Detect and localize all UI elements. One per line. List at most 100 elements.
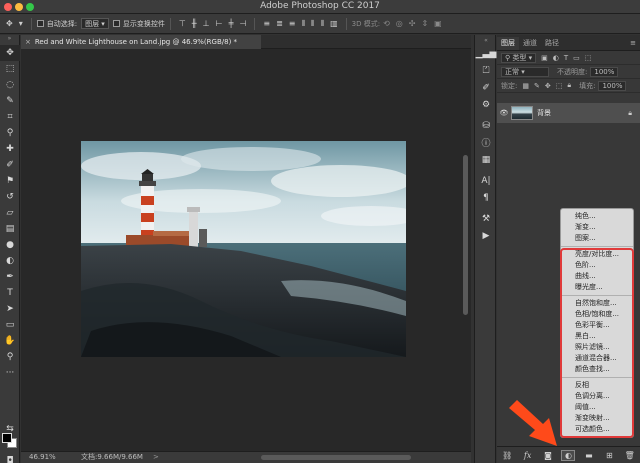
- distribute-bottom-icon[interactable]: ≡: [289, 19, 296, 28]
- menu-item[interactable]: 通道混合器...: [561, 353, 633, 364]
- lock-paint-icon[interactable]: ✎: [534, 82, 540, 90]
- link-layers-icon[interactable]: ⛓: [501, 451, 513, 460]
- show-transform-checkbox[interactable]: [112, 20, 120, 27]
- tab-channels[interactable]: 通道: [519, 37, 541, 50]
- filter-adjustment-icon[interactable]: ◐: [553, 54, 559, 62]
- grid-icon[interactable]: ▦: [475, 151, 497, 168]
- canvas-area[interactable]: [21, 49, 471, 451]
- orbit-3d-icon[interactable]: ⟲: [383, 19, 390, 28]
- zoom-icon[interactable]: ⚲: [0, 349, 20, 365]
- actions-play-icon[interactable]: ▶: [475, 227, 497, 244]
- new-group-icon[interactable]: ▬: [583, 451, 595, 460]
- menu-item[interactable]: 亮度/对比度...: [561, 249, 633, 260]
- adjustments-icon[interactable]: ⚙: [475, 96, 497, 113]
- histogram-icon[interactable]: ▁▃▅: [475, 45, 497, 62]
- tool-presets-icon[interactable]: ⚒: [475, 210, 497, 227]
- menu-item[interactable]: 曲线...: [561, 271, 633, 282]
- slide-3d-icon[interactable]: ⇕: [421, 19, 428, 28]
- menu-item[interactable]: 黑白...: [561, 331, 633, 342]
- shape-icon[interactable]: ▭: [0, 317, 20, 333]
- menu-item[interactable]: 色彩平衡...: [561, 320, 633, 331]
- distribute-vcenter-icon[interactable]: ≣: [276, 19, 283, 28]
- history-icon[interactable]: ⏍: [475, 62, 497, 79]
- layer-kind-dropdown[interactable]: ⚲ 类型 ▾: [501, 52, 537, 63]
- menu-item[interactable]: 反相: [561, 380, 633, 391]
- status-menu-arrow-icon[interactable]: >: [153, 452, 159, 463]
- filter-type-icon[interactable]: T: [564, 54, 568, 62]
- info-icon[interactable]: ⓘ: [475, 134, 497, 151]
- eraser-icon[interactable]: ▱: [0, 205, 20, 221]
- move-icon[interactable]: ✥: [0, 45, 20, 61]
- menu-item[interactable]: 图案...: [561, 233, 633, 244]
- menu-item[interactable]: 照片滤镜...: [561, 342, 633, 353]
- history-brush-icon[interactable]: ↺: [0, 189, 20, 205]
- scale-3d-icon[interactable]: ▣: [434, 19, 442, 28]
- menu-item[interactable]: 渐变...: [561, 222, 633, 233]
- distribute-top-icon[interactable]: ≡: [263, 19, 270, 28]
- character-icon[interactable]: A|: [475, 172, 497, 189]
- vertical-scrollbar[interactable]: [463, 155, 468, 315]
- more-icon[interactable]: ···: [0, 365, 20, 381]
- gradient-icon[interactable]: ▤: [0, 221, 20, 237]
- auto-select-checkbox[interactable]: [36, 20, 44, 27]
- tab-layers[interactable]: 图层: [497, 37, 519, 50]
- layer-style-fx-icon[interactable]: fx: [522, 451, 534, 460]
- align-left-icon[interactable]: ⊢: [216, 19, 223, 28]
- menu-item[interactable]: 阈值...: [561, 402, 633, 413]
- menu-item[interactable]: 可选颜色...: [561, 424, 633, 435]
- brush-icon[interactable]: ✐: [0, 157, 20, 173]
- align-top-icon[interactable]: ⊤: [179, 19, 186, 28]
- menu-item[interactable]: 曝光度...: [561, 282, 633, 293]
- healing-icon[interactable]: ✚: [0, 141, 20, 157]
- distribute-right-icon[interactable]: ⦀: [321, 19, 325, 29]
- menu-item[interactable]: 色调分离...: [561, 391, 633, 402]
- menu-item[interactable]: 色阶...: [561, 260, 633, 271]
- foreground-color-swatch[interactable]: [2, 433, 12, 443]
- align-vcenter-icon[interactable]: ╫: [192, 19, 197, 28]
- visibility-eye-icon[interactable]: 👁︎: [497, 109, 511, 117]
- chevron-down-icon[interactable]: ▾: [19, 19, 23, 28]
- menu-item[interactable]: 渐变映射...: [561, 413, 633, 424]
- lock-artboard-icon[interactable]: ⬚: [556, 82, 563, 90]
- layer-background[interactable]: 👁︎ 背景 🔒︎: [497, 103, 640, 123]
- tab-paths[interactable]: 路径: [541, 37, 563, 50]
- new-adjustment-layer-icon[interactable]: ◐: [561, 449, 576, 461]
- lasso-icon[interactable]: ◌: [0, 77, 20, 93]
- delete-layer-icon[interactable]: 🗑︎: [624, 451, 636, 460]
- filter-shape-icon[interactable]: ▭: [573, 54, 580, 62]
- pan-3d-icon[interactable]: ✣: [409, 19, 416, 28]
- add-mask-icon[interactable]: ◙: [542, 451, 554, 460]
- eyedropper-icon[interactable]: ⚲: [0, 125, 20, 141]
- document-tab[interactable]: × Red and White Lighthouse on Land.jpg @ …: [21, 35, 261, 49]
- toolbar-grip-icon[interactable]: »: [0, 35, 19, 45]
- roll-3d-icon[interactable]: ◎: [396, 19, 403, 28]
- clone-stamp-icon[interactable]: ⚑: [0, 173, 20, 189]
- menu-item[interactable]: 色相/饱和度...: [561, 309, 633, 320]
- auto-align-icon[interactable]: ▥: [330, 19, 338, 28]
- menu-item[interactable]: 自然饱和度...: [561, 298, 633, 309]
- opacity-field[interactable]: 100%: [590, 66, 619, 77]
- lock-pixels-icon[interactable]: ▦: [522, 82, 529, 90]
- lock-position-icon[interactable]: ✥: [545, 82, 551, 90]
- fill-field[interactable]: 100%: [598, 80, 627, 91]
- paragraph-icon[interactable]: ¶: [475, 189, 497, 206]
- dodge-icon[interactable]: ◐: [0, 253, 20, 269]
- quick-select-icon[interactable]: ✎: [0, 93, 20, 109]
- type-icon[interactable]: T: [0, 285, 20, 301]
- filter-smart-icon[interactable]: ⬚: [585, 54, 592, 62]
- marquee-icon[interactable]: ⬚: [0, 61, 20, 77]
- panel-menu-icon[interactable]: ≡: [626, 37, 640, 50]
- horizontal-scrollbar[interactable]: [261, 455, 411, 460]
- blur-icon[interactable]: ●: [0, 237, 20, 253]
- quick-mask-icon[interactable]: ◘: [0, 453, 20, 463]
- blend-mode-dropdown[interactable]: 正常 ▾: [501, 66, 549, 77]
- filter-pixel-icon[interactable]: ▣: [541, 54, 548, 62]
- move-tool-icon[interactable]: ✥: [6, 19, 13, 28]
- pen-icon[interactable]: ✒: [0, 269, 20, 285]
- dock-grip-icon[interactable]: «: [475, 35, 497, 45]
- close-document-icon[interactable]: ×: [25, 38, 31, 46]
- brush-settings-icon[interactable]: ✐: [475, 79, 497, 96]
- libraries-icon[interactable]: ⛁: [475, 117, 497, 134]
- lock-all-icon[interactable]: 🔒︎: [567, 81, 571, 90]
- auto-select-dropdown[interactable]: 图层 ▾: [81, 18, 109, 29]
